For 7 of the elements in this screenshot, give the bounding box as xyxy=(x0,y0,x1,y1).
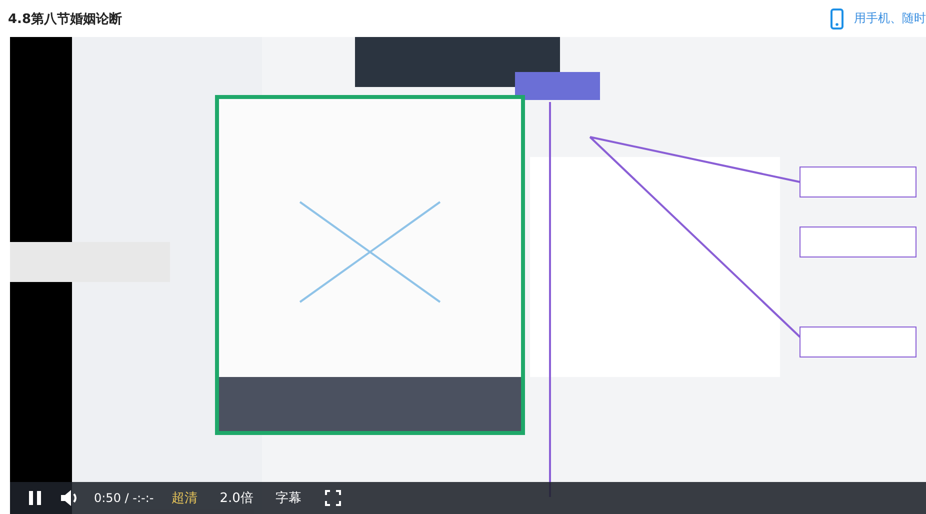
phone-icon xyxy=(830,8,844,30)
playback-time: 0:50 / -:-:- xyxy=(94,491,154,505)
lesson-title: 4.8第八节婚姻论断 xyxy=(8,10,122,28)
fullscreen-icon[interactable] xyxy=(325,490,342,506)
subtitles-button[interactable]: 字幕 xyxy=(271,489,306,507)
quality-selector[interactable]: 超清 xyxy=(168,489,202,507)
speed-selector[interactable]: 2.0倍 xyxy=(216,489,258,507)
